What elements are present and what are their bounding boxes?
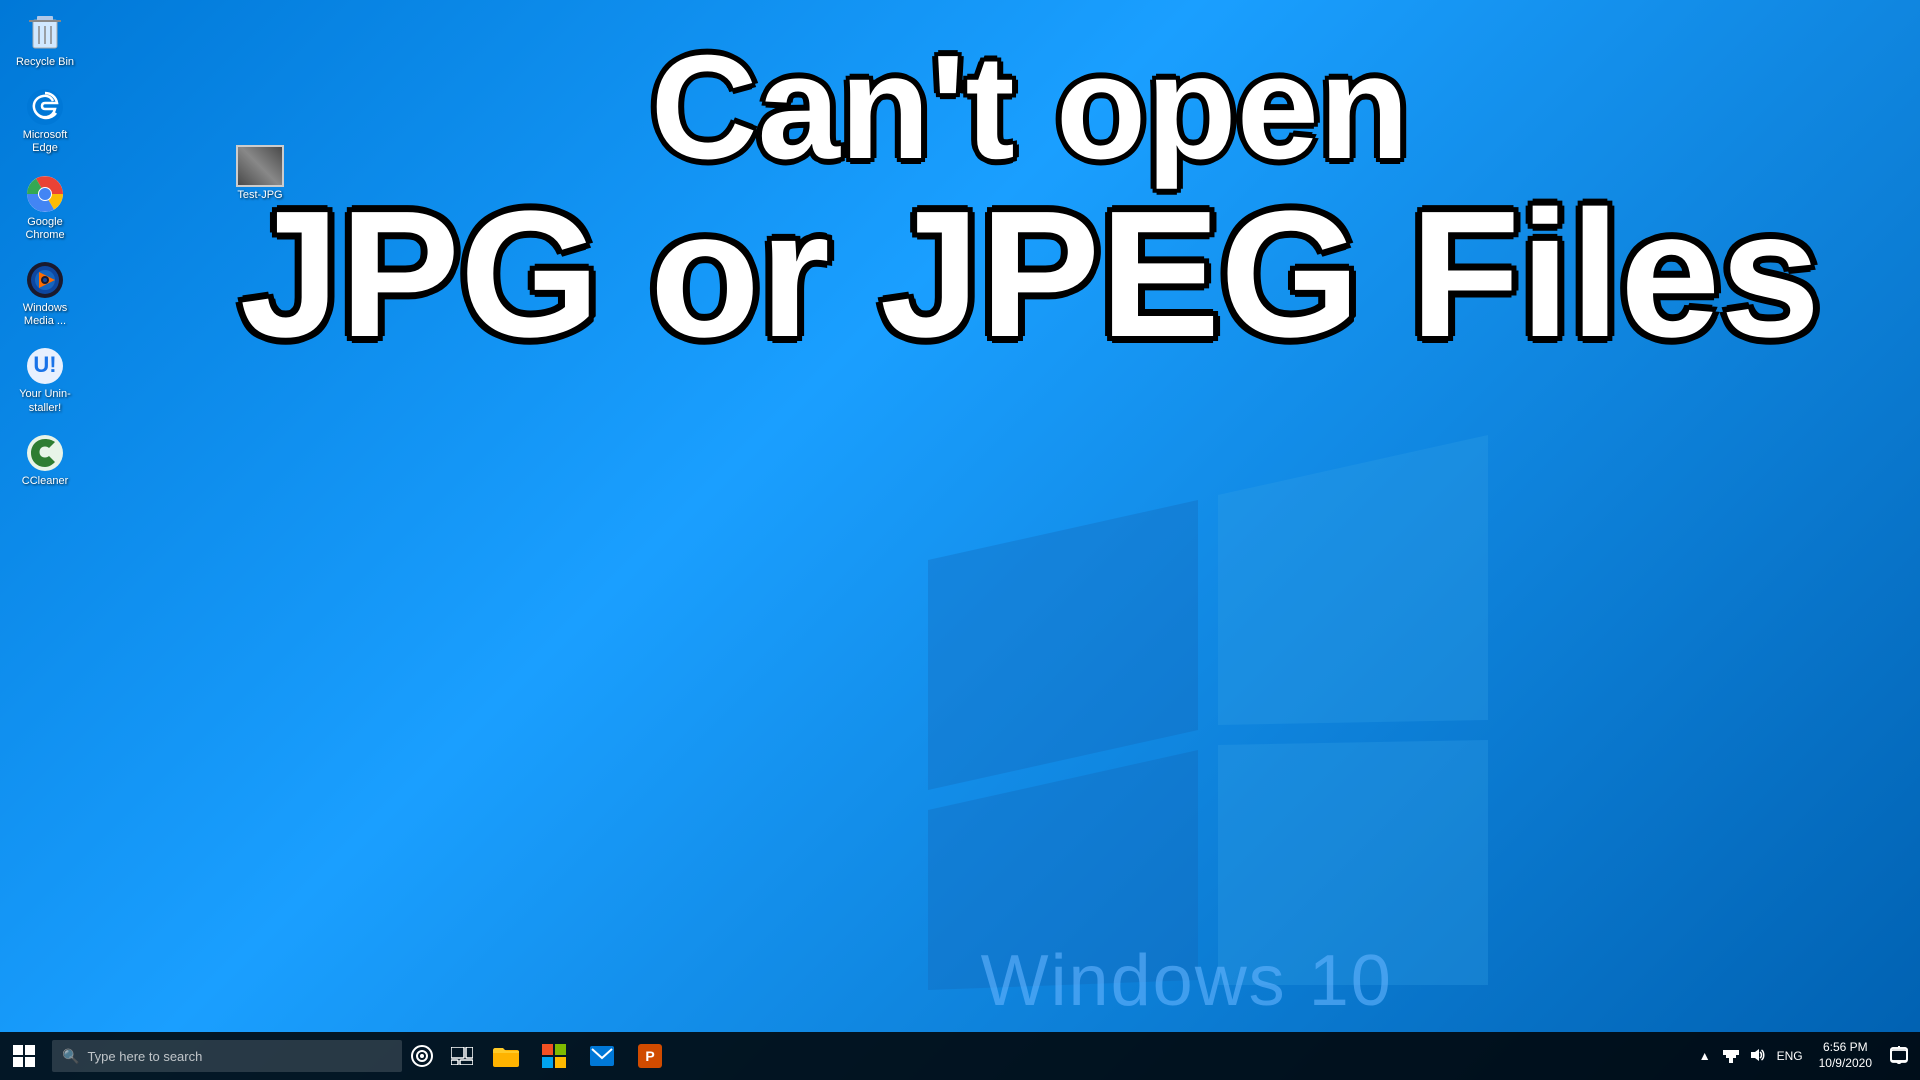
- taskbar-pin-powerpoint[interactable]: P: [626, 1032, 674, 1080]
- tray-icons: [1719, 1047, 1769, 1066]
- recycle-bin-icon: [25, 14, 65, 54]
- chrome-icon: [25, 174, 65, 214]
- test-jpg-label: Test-JPG: [237, 189, 282, 201]
- desktop-icon-windows-media[interactable]: Windows Media ...: [10, 256, 80, 332]
- win10-logo-watermark: [898, 420, 1518, 1000]
- system-tray: ▲: [1695, 1032, 1920, 1080]
- overlay-line2: JPG or JPEG Files: [140, 185, 1920, 365]
- cortana-button[interactable]: [402, 1032, 442, 1080]
- chrome-label: Google Chrome: [14, 216, 76, 242]
- taskbar: 🔍 Type here to search: [0, 1032, 1920, 1080]
- recycle-bin-label: Recycle Bin: [16, 56, 74, 69]
- tray-notification-button[interactable]: [1884, 1044, 1914, 1069]
- uninstaller-label: Your Unin-staller!: [14, 388, 76, 414]
- taskbar-pin-store[interactable]: [530, 1032, 578, 1080]
- taskbar-pin-mail[interactable]: [578, 1032, 626, 1080]
- windows-media-icon: [25, 260, 65, 300]
- desktop-icon-ccleaner[interactable]: CCleaner: [10, 429, 80, 492]
- tray-overflow-button[interactable]: ▲: [1695, 1049, 1715, 1063]
- ccleaner-label: CCleaner: [22, 475, 68, 488]
- desktop-icon-edge[interactable]: Microsoft Edge: [10, 83, 80, 159]
- desktop-icon-uninstaller[interactable]: U! Your Unin-staller!: [10, 342, 80, 418]
- overlay-text-container: Can't open JPG or JPEG Files: [140, 30, 1920, 365]
- task-view-button[interactable]: [442, 1032, 482, 1080]
- tray-volume-icon[interactable]: [1745, 1047, 1769, 1066]
- edge-label: Microsoft Edge: [14, 129, 76, 155]
- desktop-icon-recycle-bin[interactable]: Recycle Bin: [10, 10, 80, 73]
- taskbar-search-text: Type here to search: [87, 1049, 202, 1064]
- tray-network-icon[interactable]: [1719, 1047, 1743, 1066]
- edge-icon: [25, 87, 65, 127]
- desktop-icon-chrome[interactable]: Google Chrome: [10, 170, 80, 246]
- tray-date: 10/9/2020: [1819, 1056, 1872, 1072]
- start-button[interactable]: [0, 1032, 48, 1080]
- svg-text:P: P: [645, 1048, 654, 1064]
- svg-text:U!: U!: [33, 352, 56, 377]
- uninstaller-icon: U!: [25, 346, 65, 386]
- taskbar-search-bar[interactable]: 🔍 Type here to search: [52, 1040, 402, 1072]
- overlay-line1: Can't open: [140, 30, 1920, 185]
- tray-language-indicator[interactable]: ENG: [1773, 1049, 1807, 1063]
- taskbar-search-icon: 🔍: [62, 1048, 79, 1065]
- tray-clock[interactable]: 6:56 PM 10/9/2020: [1811, 1040, 1880, 1071]
- taskbar-pin-file-explorer[interactable]: [482, 1032, 530, 1080]
- tray-time: 6:56 PM: [1823, 1040, 1868, 1056]
- taskbar-pinned-apps: P: [482, 1032, 674, 1080]
- win10-watermark-text: Windows 10: [981, 940, 1393, 1022]
- desktop-icons-column: Recycle Bin Microsoft Edge: [10, 10, 80, 492]
- ccleaner-icon: [25, 433, 65, 473]
- desktop-icon-test-jpg[interactable]: Test-JPG: [225, 145, 295, 201]
- desktop: Windows 10 Recycle Bin: [0, 0, 1920, 1080]
- windows-media-label: Windows Media ...: [14, 302, 76, 328]
- test-jpg-thumbnail: [236, 145, 284, 187]
